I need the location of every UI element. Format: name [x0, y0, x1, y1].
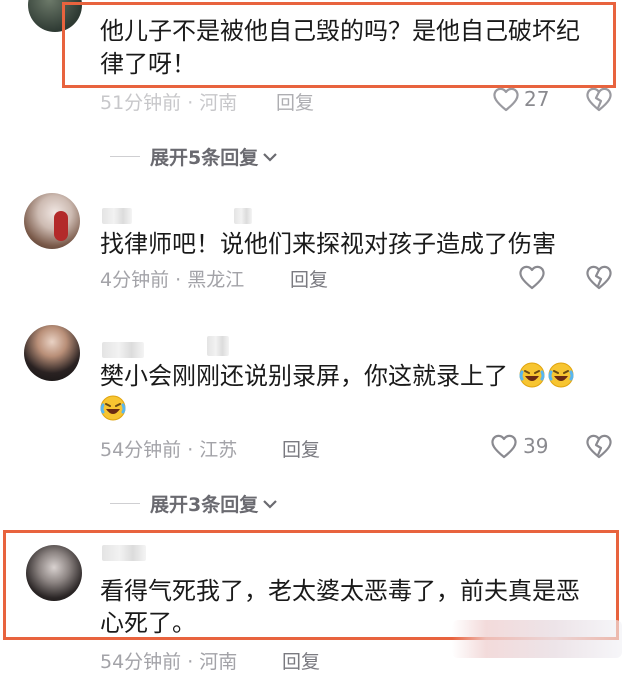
- reply-button[interactable]: 回复: [282, 435, 320, 462]
- divider-line: [110, 156, 140, 157]
- comment-line: 找律师吧！说他们来探视对孩子造成了伤害: [100, 230, 556, 258]
- time-location: 51分钟前 · 河南: [100, 92, 238, 114]
- highlight-box: [62, 2, 616, 88]
- like-count: 39: [523, 434, 549, 458]
- reply-button[interactable]: 回复: [276, 88, 314, 115]
- time-location: 54分钟前 · 江苏: [100, 439, 238, 461]
- laughing-crying-emoji-icon: [519, 362, 545, 388]
- divider-line: [110, 503, 140, 504]
- expand-label: 展开3条回复: [150, 494, 259, 516]
- reply-button[interactable]: 回复: [282, 647, 320, 674]
- avatar[interactable]: [24, 193, 80, 249]
- heart-outline-icon: [493, 87, 519, 112]
- watermark: [452, 620, 622, 658]
- broken-heart-icon: [586, 265, 612, 290]
- username-redacted: [234, 208, 252, 224]
- comment-text: 找律师吧！说他们来探视对孩子造成了伤害: [100, 226, 556, 262]
- reply-button[interactable]: 回复: [290, 265, 328, 292]
- avatar[interactable]: [24, 325, 80, 381]
- time-location: 4分钟前 · 黑龙江: [100, 269, 245, 291]
- laughing-crying-emoji-icon: [100, 395, 126, 421]
- like-count: 27: [524, 87, 550, 111]
- time-location: 54分钟前 · 河南: [100, 651, 238, 673]
- avatar-figure: [54, 211, 68, 241]
- chevron-down-icon: [263, 499, 278, 509]
- expand-label: 展开5条回复: [150, 147, 259, 169]
- like-button[interactable]: [518, 264, 546, 290]
- chevron-down-icon: [263, 152, 278, 162]
- like-button[interactable]: [490, 433, 518, 459]
- dislike-button[interactable]: [585, 264, 613, 290]
- comment-text: 樊小会刚刚还说别录屏，你这就录上了: [100, 358, 574, 394]
- like-button[interactable]: [492, 86, 520, 112]
- heart-outline-icon: [491, 434, 517, 459]
- username-redacted: [102, 208, 132, 224]
- laughing-crying-emoji-icon: [548, 362, 574, 388]
- broken-heart-icon: [586, 434, 612, 459]
- expand-replies-button[interactable]: 展开3条回复: [110, 490, 279, 517]
- heart-outline-icon: [519, 265, 545, 290]
- dislike-button[interactable]: [585, 86, 613, 112]
- expand-replies-button[interactable]: 展开5条回复: [110, 143, 279, 170]
- username-redacted: [207, 336, 229, 356]
- comment-line: 樊小会刚刚还说别录屏，你这就录上了: [100, 362, 508, 390]
- broken-heart-icon: [586, 87, 612, 112]
- comment-line: [100, 395, 126, 421]
- dislike-button[interactable]: [585, 433, 613, 459]
- username-redacted: [102, 342, 144, 358]
